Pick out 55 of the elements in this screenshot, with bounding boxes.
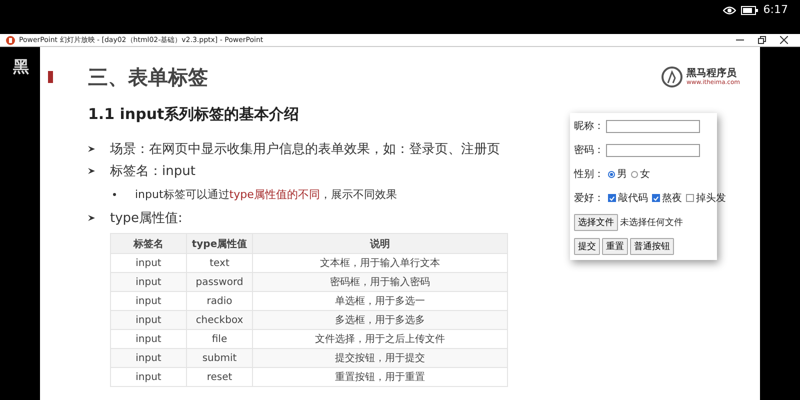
checkbox[interactable] [686,194,694,202]
option-label: 掉头发 [696,192,726,205]
table-cell: password [186,272,252,292]
checkbox[interactable] [652,194,660,202]
table-cell: input [110,272,186,292]
file-status: 未选择任何文件 [620,216,683,228]
table-cell: submit [186,348,252,368]
radio-button[interactable] [608,170,615,178]
bullet-dot [113,193,116,196]
column-header: type属性值 [186,234,252,254]
eye-icon [723,6,736,15]
horse-logo-icon [661,66,684,88]
restore-icon[interactable] [758,36,766,44]
checkbox[interactable] [608,194,616,202]
bullet-text: input标签可以通过type属性值的不同，展示不同效果 [135,187,397,202]
clock-time: 6:17 [763,3,788,17]
option-label: 敲代码 [618,192,648,205]
table-cell: 多选框，用于多选多 [252,310,508,330]
background-text: 黑 [13,57,29,76]
table-cell: input [110,310,186,330]
accent-bar [48,71,53,83]
table-cell: 重置按钮，用于重置 [252,368,508,386]
field-label: 性别： [574,168,604,181]
battery-icon [741,6,758,15]
arrow-bullet-icon [88,167,96,175]
form-button[interactable]: 提交 [574,238,600,254]
logo-name: 黑马程序员 [686,68,738,79]
option-label: 女 [640,168,650,181]
option-label: 熬夜 [662,192,682,205]
bullet-text: 场景：在网页中显示收集用户信息的表单效果，如：登录页、注册页 [110,141,500,158]
choose-file-button[interactable]: 选择文件 [574,214,618,230]
table-cell: input [110,368,186,386]
bullet-text: 标签名：input [110,163,196,180]
radio-button[interactable] [631,170,638,178]
table-cell: 密码框，用于输入密码 [252,272,508,292]
table-cell: input [110,348,186,368]
table-cell: 提交按钮，用于提交 [252,348,508,368]
table-cell: reset [186,368,252,386]
slide-title: 三、表单标签 [88,64,209,90]
form-button[interactable]: 重置 [602,238,628,254]
column-header: 标签名 [110,234,186,254]
input-field[interactable] [606,144,700,156]
column-header: 说明 [252,234,508,254]
arrow-bullet-icon [88,214,96,222]
field-label: 昵称： [574,120,604,133]
table-cell: checkbox [186,310,252,330]
bullet-text: type属性值: [110,210,182,227]
field-label: 爱好： [574,192,604,205]
section-heading: 1.1 input系列标签的基本介绍 [88,105,300,124]
field-label: 密码： [574,144,604,157]
form-button[interactable]: 普通按钮 [630,238,674,254]
arrow-bullet-icon [88,145,96,153]
option-label: 男 [617,168,627,181]
input-field[interactable] [606,120,700,132]
close-icon[interactable] [780,36,788,44]
